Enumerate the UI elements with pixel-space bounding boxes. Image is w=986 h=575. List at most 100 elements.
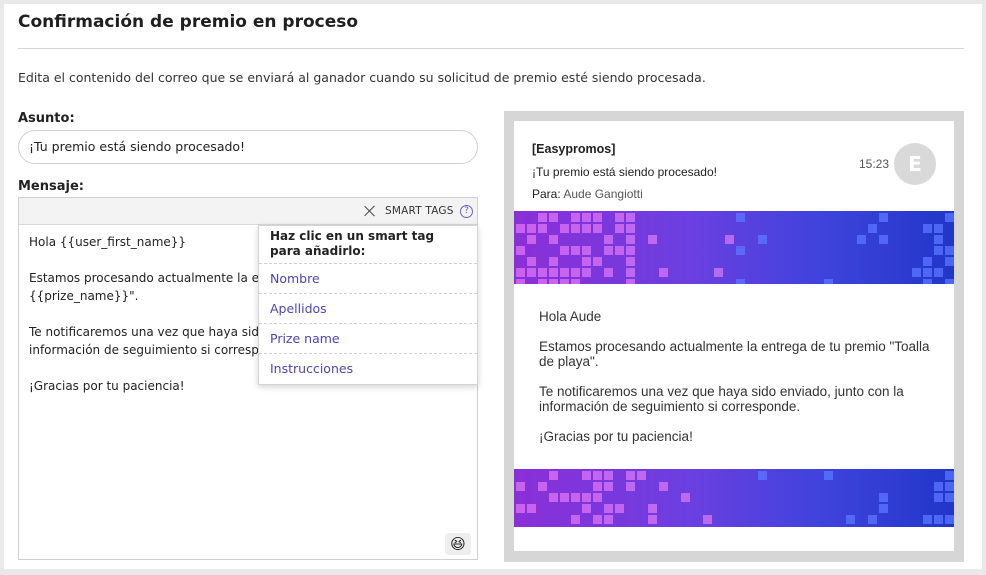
pixel-tile (604, 482, 613, 491)
pixel-tile (626, 482, 635, 491)
pixel-tile (945, 246, 954, 255)
pixel-tile (736, 213, 745, 222)
header-banner (514, 211, 954, 284)
pixel-tile (560, 279, 569, 284)
recipient-label: Para: (532, 187, 561, 201)
pixel-tile (549, 279, 558, 284)
pixel-tile (736, 279, 745, 284)
pixel-tile (934, 482, 943, 491)
pixel-tile (736, 246, 745, 255)
pixel-tile (912, 268, 921, 277)
pixel-tile (934, 235, 943, 244)
email-preview-content: [Easypromos] ¡Tu premio está siendo proc… (514, 121, 954, 551)
pixel-tile (923, 224, 932, 233)
pixel-tile (923, 268, 932, 277)
pixel-tile (648, 504, 657, 513)
pixel-tile (538, 213, 547, 222)
pixel-tile (615, 224, 624, 233)
pixel-tile (516, 246, 525, 255)
pixel-tile (593, 257, 602, 266)
pixel-tile (659, 268, 668, 277)
pixel-pattern (516, 213, 954, 284)
pixel-tile (582, 268, 591, 277)
pixel-tile (593, 224, 602, 233)
pixel-tile (659, 482, 668, 491)
message-line: Estamos procesando actualmente la en (29, 271, 267, 285)
pixel-tile (582, 257, 591, 266)
pixel-tile (571, 515, 580, 524)
email-paragraph: Hola Aude (539, 309, 602, 324)
pixel-tile (604, 268, 613, 277)
pixel-tile (571, 268, 580, 277)
pixel-tile (714, 268, 723, 277)
pixel-tile (626, 279, 635, 284)
pixel-tile (527, 268, 536, 277)
pixel-tile (549, 471, 558, 480)
message-label: Mensaje: (18, 179, 84, 194)
pixel-tile (571, 246, 580, 255)
pixel-tile (637, 471, 646, 480)
pixel-tile (626, 471, 635, 480)
pixel-tile (549, 493, 558, 502)
help-icon[interactable]: ? (460, 205, 473, 218)
close-icon[interactable] (363, 204, 377, 218)
recipient-name: Aude Gangiotti (563, 187, 643, 201)
pixel-tile (538, 224, 547, 233)
recipient-line: Para: Aude Gangiotti (532, 187, 643, 201)
smart-tag-prize-name[interactable]: Prize name (259, 324, 477, 354)
smart-tag-nombre[interactable]: Nombre (259, 264, 477, 294)
pixel-tile (934, 246, 943, 255)
pixel-tile (615, 246, 624, 255)
subject-input[interactable]: ¡Tu premio está siendo procesado! (18, 130, 478, 164)
smart-tag-apellidos[interactable]: Apellidos (259, 294, 477, 324)
pixel-tile (945, 471, 954, 480)
pixel-tile (593, 482, 602, 491)
pixel-tile (538, 268, 547, 277)
pixel-tile (945, 257, 954, 266)
pixel-tile (560, 224, 569, 233)
pixel-tile (516, 268, 525, 277)
message-line: {{prize_name}}". (29, 289, 139, 303)
emoji-icon[interactable]: 😆 (445, 533, 471, 555)
pixel-tile (758, 471, 767, 480)
pixel-tile (725, 235, 734, 244)
email-settings-card: Confirmación de premio en proceso Edita … (4, 4, 982, 569)
avatar: E (894, 143, 936, 185)
smart-tag-instrucciones[interactable]: Instrucciones (259, 354, 477, 384)
smart-tags-button[interactable]: SMART TAGS (385, 205, 454, 217)
pixel-tile (582, 471, 591, 480)
pixel-tile (516, 504, 525, 513)
pixel-tile (604, 246, 613, 255)
pixel-tile (516, 224, 525, 233)
pixel-tile (582, 504, 591, 513)
pixel-tile (604, 471, 613, 480)
pixel-tile (626, 213, 635, 222)
pixel-tile (527, 257, 536, 266)
pixel-tile (868, 224, 877, 233)
pixel-tile (879, 504, 888, 513)
pixel-tile (945, 279, 954, 284)
pixel-tile (879, 493, 888, 502)
pixel-tile (626, 257, 635, 266)
pixel-tile (945, 515, 954, 524)
pixel-tile (582, 246, 591, 255)
preview-subject: ¡Tu premio está siendo procesado! (532, 165, 717, 179)
pixel-tile (582, 493, 591, 502)
subject-label: Asunto: (18, 111, 75, 126)
pixel-tile (549, 235, 558, 244)
pixel-tile (923, 515, 932, 524)
sender-name: [Easypromos] (532, 142, 616, 156)
pixel-tile (516, 482, 525, 491)
message-line: información de seguimiento si correspo (29, 343, 267, 357)
pixel-pattern (516, 471, 954, 524)
pixel-tile (549, 257, 558, 266)
pixel-tile (648, 235, 657, 244)
pixel-tile (593, 213, 602, 222)
pixel-tile (824, 279, 833, 284)
dropdown-heading: Haz clic en un smart tag para añadirlo: (259, 226, 477, 264)
send-time: 15:23 (859, 157, 890, 171)
pixel-tile (527, 224, 536, 233)
pixel-tile (582, 213, 591, 222)
pixel-tile (538, 279, 547, 284)
email-paragraph: Estamos procesando actualmente la entreg… (539, 339, 930, 369)
